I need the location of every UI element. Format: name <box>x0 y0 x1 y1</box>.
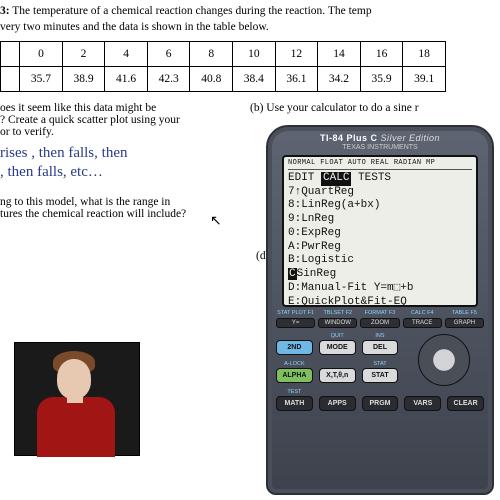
screen-status-bar: NORMAL FLOAT AUTO REAL RADIAN MP <box>288 159 472 170</box>
del-key[interactable]: DEL <box>362 340 399 355</box>
part-c-text: ng to this model, what is the range in t… <box>0 196 240 220</box>
table-row: 35.7 38.9 41.6 42.3 40.8 38.4 36.1 34.2 … <box>1 67 446 92</box>
cell: 0 <box>20 42 63 67</box>
part-d-label: (d <box>256 250 266 262</box>
cell: 16 <box>360 42 403 67</box>
y-equals-key[interactable]: Y= <box>276 318 315 328</box>
apps-key[interactable]: APPS <box>319 396 356 411</box>
table-row: 0 2 4 6 8 10 12 14 16 18 <box>1 42 446 67</box>
cell: 35.9 <box>360 67 403 92</box>
menu-item-selected: CSinReg <box>288 268 472 282</box>
mode-key[interactable]: MODE <box>319 340 356 355</box>
problem-statement: 3: The temperature of a chemical reactio… <box>0 0 500 37</box>
cell: 41.6 <box>105 67 148 92</box>
mouse-cursor-icon: ↖ <box>210 213 222 230</box>
soft-key-row: STAT PLOT F1Y= TBLSET F2WINDOW FORMAT F3… <box>276 311 484 328</box>
clear-key[interactable]: CLEAR <box>447 396 484 411</box>
cell: 14 <box>318 42 361 67</box>
vars-key[interactable]: VARS <box>404 396 441 411</box>
screen-menu-tabs: EDIT CALC TESTS <box>288 172 472 186</box>
second-key[interactable]: 2ND <box>276 340 313 355</box>
problem-line1: The temperature of a chemical reaction c… <box>12 5 371 17</box>
alpha-key[interactable]: ALPHA <box>276 368 313 383</box>
cell: 36.1 <box>275 67 318 92</box>
prgm-key[interactable]: PRGM <box>362 396 399 411</box>
menu-item: 0:ExpReg <box>288 227 472 241</box>
cell: 10 <box>233 42 276 67</box>
cell: 4 <box>105 42 148 67</box>
calculator-brand: TI-84 Plus C Silver Edition TEXAS INSTRU… <box>276 133 484 151</box>
calculator-screen: NORMAL FLOAT AUTO REAL RADIAN MP EDIT CA… <box>282 155 478 307</box>
menu-item: D:Manual-Fit Y=m⬚+b <box>288 282 472 296</box>
menu-item: 7↑QuartReg <box>288 186 472 200</box>
cell: 12 <box>275 42 318 67</box>
calculator: TI-84 Plus C Silver Edition TEXAS INSTRU… <box>266 125 494 495</box>
problem-number: 3: <box>0 5 10 17</box>
cell: 35.7 <box>20 67 63 92</box>
cell: 39.1 <box>403 67 446 92</box>
menu-item: E:QuickPlot&Fit-EQ <box>288 296 472 310</box>
data-table: 0 2 4 6 8 10 12 14 16 18 35.7 38.9 41.6 … <box>0 41 446 92</box>
cell: 40.8 <box>190 67 233 92</box>
row-head <box>1 42 20 67</box>
row-head <box>1 67 20 92</box>
cell: 42.3 <box>147 67 190 92</box>
presenter-video <box>14 342 140 456</box>
cell: 34.2 <box>318 67 361 92</box>
window-key[interactable]: WINDOW <box>318 318 357 328</box>
stat-key[interactable]: STAT <box>362 368 399 383</box>
cell: 18 <box>403 42 446 67</box>
cell: 2 <box>62 42 105 67</box>
trace-key[interactable]: TRACE <box>403 318 442 328</box>
handwritten-answer: rises , then falls, then , then falls, e… <box>0 144 240 182</box>
menu-item: A:PwrReg <box>288 241 472 255</box>
cell: 6 <box>147 42 190 67</box>
dpad[interactable] <box>404 334 484 386</box>
active-tab: CALC <box>321 172 351 186</box>
cell: 8 <box>190 42 233 67</box>
graph-key[interactable]: GRAPH <box>445 318 484 328</box>
menu-item: 9:LnReg <box>288 213 472 227</box>
xt-key[interactable]: X,T,θ,n <box>319 368 356 383</box>
problem-line2: very two minutes and the data is shown i… <box>0 21 269 33</box>
menu-item: B:Logistic <box>288 254 472 268</box>
menu-item: 8:LinReg(a+bx) <box>288 199 472 213</box>
screen-menu-list: 7↑QuartReg 8:LinReg(a+bx) 9:LnReg 0:ExpR… <box>288 186 472 310</box>
cell: 38.9 <box>62 67 105 92</box>
part-a-text: oes it seem like this data might be ? Cr… <box>0 102 240 138</box>
keypad: 2ND QUITMODE INSDEL A-LOCKALPHA X,T,θ,n … <box>276 334 484 411</box>
math-key[interactable]: MATH <box>276 396 313 411</box>
cell: 38.4 <box>233 67 276 92</box>
zoom-key[interactable]: ZOOM <box>360 318 399 328</box>
